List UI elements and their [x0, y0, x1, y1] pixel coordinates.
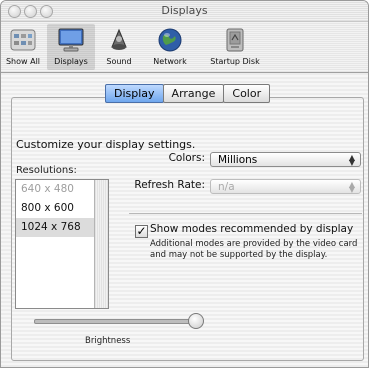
- displays-icon: [57, 26, 85, 54]
- colors-popup[interactable]: Millions ▲ ▼: [210, 152, 361, 167]
- sound-icon: [105, 26, 133, 54]
- toolbar-network-button[interactable]: Network: [145, 24, 195, 70]
- modes-note: Additional modes are provided by the vid…: [150, 239, 358, 260]
- resolutions-list[interactable]: 640 x 480 800 x 600 1024 x 768: [15, 179, 109, 309]
- toolbar-label: Displays: [54, 57, 88, 66]
- refresh-rate-value: n/a: [218, 181, 235, 193]
- tab-color[interactable]: Color: [223, 84, 271, 103]
- popup-arrows-icon: ▲ ▼: [348, 152, 356, 167]
- brightness-slider-knob[interactable]: [188, 313, 204, 329]
- brightness-slider-track[interactable]: [34, 319, 198, 324]
- popup-arrows-icon: ▲ ▼: [348, 179, 356, 194]
- colors-label: Colors:: [168, 152, 205, 164]
- checkmark-icon: ✓: [136, 224, 147, 238]
- toolbar-sound-button[interactable]: Sound: [98, 24, 140, 70]
- toolbar-label: Show All: [5, 57, 41, 66]
- tab-arrange[interactable]: Arrange: [162, 84, 225, 103]
- system-preferences-window: Displays Show All Displays Sound Network…: [0, 0, 369, 368]
- toolbar-label: Sound: [106, 57, 132, 66]
- resolution-item-selected[interactable]: 1024 x 768: [16, 218, 96, 237]
- toolbar-startup-disk-button[interactable]: Startup Disk: [203, 24, 267, 70]
- tab-display[interactable]: Display: [105, 84, 164, 103]
- resolutions-label: Resolutions:: [16, 165, 77, 176]
- toolbar-show-all-button[interactable]: Show All: [3, 24, 43, 70]
- colors-value: Millions: [218, 154, 258, 166]
- divider: [129, 213, 362, 214]
- intro-text: Customize your display settings.: [16, 138, 196, 151]
- startup-disk-icon: [221, 26, 249, 54]
- list-scrollbar[interactable]: [94, 180, 108, 308]
- title-bar: Displays: [1, 1, 368, 22]
- show-modes-label[interactable]: Show modes recommended by display: [150, 223, 353, 235]
- tab-bar: Display Arrange Color: [105, 84, 271, 103]
- refresh-rate-label: Refresh Rate:: [134, 179, 205, 191]
- network-icon: [156, 26, 184, 54]
- refresh-rate-popup[interactable]: n/a ▲ ▼: [210, 179, 361, 194]
- resolution-item[interactable]: 800 x 600: [16, 199, 96, 218]
- toolbar-label: Network: [153, 57, 187, 66]
- toolbar-displays-button[interactable]: Displays: [47, 24, 95, 70]
- show-all-icon: [9, 26, 37, 54]
- brightness-label: Brightness: [85, 336, 131, 346]
- toolbar: Show All Displays Sound Network Startup …: [1, 22, 368, 73]
- toolbar-label: Startup Disk: [210, 57, 260, 66]
- show-modes-checkbox[interactable]: ✓: [135, 225, 148, 238]
- resolution-item[interactable]: 640 x 480: [16, 180, 96, 199]
- window-title: Displays: [161, 4, 208, 17]
